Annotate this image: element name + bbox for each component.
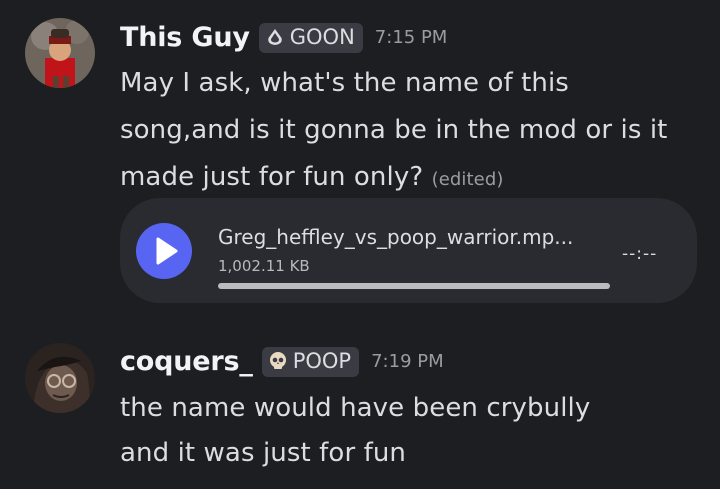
attachment-filename[interactable]: Greg_heffley_vs_poop_warrior.mp... [218,225,573,249]
message-line: and it was just for fun [120,438,407,468]
username[interactable]: coquers_ [120,346,253,377]
guild-tag-label: POOP [292,349,352,373]
message-line-text: made just for fun only? [120,162,424,192]
username[interactable]: This Guy [120,22,250,53]
message-line: May I ask, what's the name of this [120,68,569,98]
audio-progress-bar[interactable] [218,283,610,289]
guild-tag[interactable]: GOON [258,22,363,53]
message-header: This Guy GOON 7:15 PM [120,22,447,53]
avatar-image [25,18,95,88]
attachment-filesize: 1,002.11 KB [218,257,310,275]
timestamp: 7:19 PM [371,351,444,372]
play-icon [156,237,178,265]
message-header: coquers_ POOP 7:19 PM [120,346,444,377]
edited-label: (edited) [431,169,504,190]
drop-icon [268,29,282,45]
guild-tag[interactable]: POOP [261,346,360,377]
play-button[interactable] [136,223,192,279]
timestamp: 7:15 PM [374,27,448,48]
attachment-duration: --:-- [622,244,658,264]
guild-tag-label: GOON [289,25,355,49]
avatar-coquers[interactable] [25,343,95,413]
message-line: song,and is it gonna be in the mod or is… [120,115,668,145]
skull-icon [269,352,286,369]
audio-attachment: Greg_heffley_vs_poop_warrior.mp... 1,002… [120,198,697,303]
avatar-image [25,343,95,413]
message-line-last: made just for fun only? (edited) [120,162,504,192]
avatar-this-guy[interactable] [25,18,95,88]
message-line: the name would have been crybully [120,393,591,423]
